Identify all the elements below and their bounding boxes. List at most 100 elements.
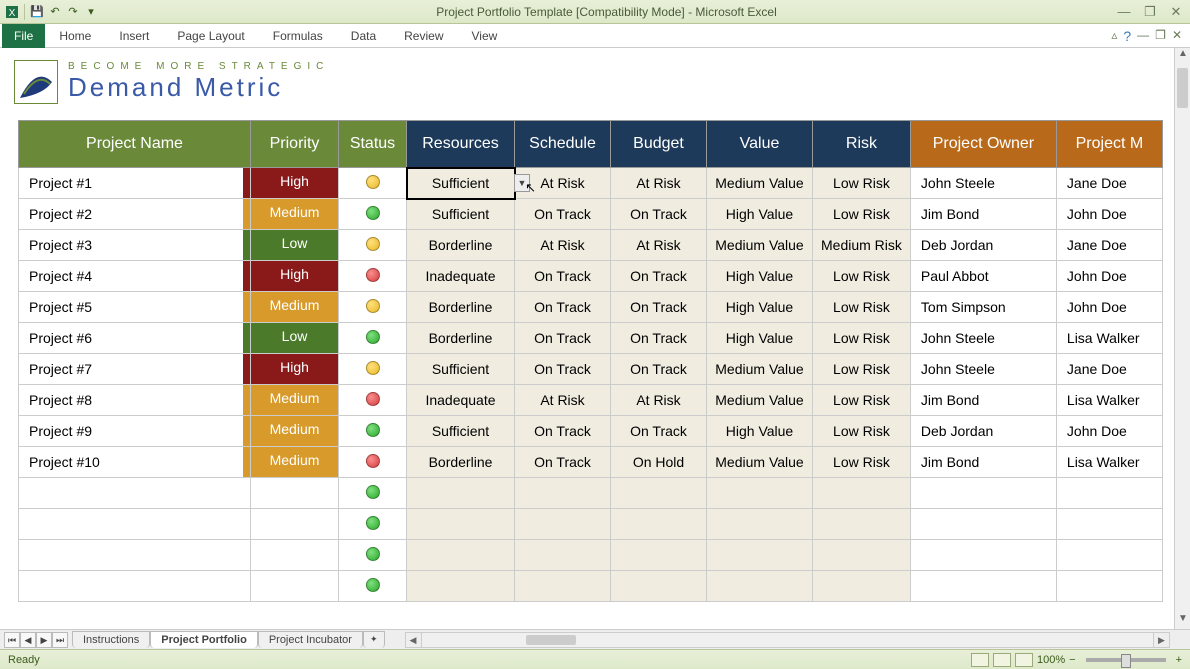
cell-project-owner[interactable]: Deb Jordan xyxy=(910,416,1056,447)
scroll-left-icon[interactable]: ◀ xyxy=(406,633,422,647)
cell-project-owner[interactable] xyxy=(910,509,1056,540)
tab-page-layout[interactable]: Page Layout xyxy=(163,25,258,47)
cell-resources[interactable]: Borderline xyxy=(407,323,515,354)
cell-schedule[interactable] xyxy=(515,509,611,540)
cell-priority[interactable]: Low xyxy=(251,323,339,354)
tab-formulas[interactable]: Formulas xyxy=(259,25,337,47)
cell-project-owner[interactable]: John Steele xyxy=(910,323,1056,354)
horizontal-scrollbar[interactable]: ◀ ▶ xyxy=(405,632,1170,648)
cell-project-name[interactable]: Project #3 xyxy=(19,230,251,261)
cell-project-manager[interactable]: John Doe xyxy=(1056,416,1162,447)
cell-project-name[interactable]: Project #10 xyxy=(19,447,251,478)
cell-project-name[interactable]: Project #1 xyxy=(19,168,251,199)
cell-schedule[interactable]: On Track xyxy=(515,447,611,478)
cell-resources[interactable]: Sufficient▼↖ xyxy=(407,168,515,199)
cell-budget[interactable]: At Risk xyxy=(611,230,707,261)
zoom-slider[interactable] xyxy=(1086,658,1166,662)
cell-value[interactable]: Medium Value xyxy=(707,447,813,478)
cell-status[interactable] xyxy=(339,354,407,385)
header-status[interactable]: Status xyxy=(339,121,407,168)
cell-value[interactable]: Medium Value xyxy=(707,230,813,261)
doc-minimize-icon[interactable]: — xyxy=(1137,28,1149,44)
cell-value[interactable]: Medium Value xyxy=(707,354,813,385)
cell-status[interactable] xyxy=(339,447,407,478)
cell-project-name[interactable] xyxy=(19,571,251,602)
cell-status[interactable] xyxy=(339,261,407,292)
cell-priority[interactable] xyxy=(251,509,339,540)
cell-status[interactable] xyxy=(339,478,407,509)
cell-budget[interactable]: On Track xyxy=(611,323,707,354)
doc-restore-icon[interactable]: ❐ xyxy=(1155,28,1166,44)
sheet-tab[interactable]: Project Portfolio xyxy=(150,631,258,648)
cell-schedule[interactable]: On Track xyxy=(515,292,611,323)
tab-home[interactable]: Home xyxy=(45,25,105,47)
cell-project-owner[interactable]: Paul Abbot xyxy=(910,261,1056,292)
cell-project-manager[interactable]: John Doe xyxy=(1056,292,1162,323)
header-risk[interactable]: Risk xyxy=(813,121,911,168)
help-icon[interactable]: ? xyxy=(1123,28,1131,44)
cell-project-name[interactable]: Project #6 xyxy=(19,323,251,354)
restore-button[interactable]: ❐ xyxy=(1140,4,1160,20)
cell-resources[interactable]: Borderline xyxy=(407,230,515,261)
scroll-down-icon[interactable]: ▼ xyxy=(1175,613,1190,629)
header-project-owner[interactable]: Project Owner xyxy=(910,121,1056,168)
cell-status[interactable] xyxy=(339,540,407,571)
tab-insert[interactable]: Insert xyxy=(105,25,163,47)
cell-budget[interactable]: At Risk xyxy=(611,385,707,416)
cell-resources[interactable]: Inadequate xyxy=(407,261,515,292)
cell-priority[interactable]: High xyxy=(251,354,339,385)
cell-value[interactable]: High Value xyxy=(707,416,813,447)
cell-value[interactable]: High Value xyxy=(707,199,813,230)
cell-risk[interactable] xyxy=(813,478,911,509)
cell-risk[interactable]: Medium Risk xyxy=(813,230,911,261)
cell-schedule[interactable]: At Risk xyxy=(515,385,611,416)
normal-view-button[interactable] xyxy=(971,653,989,667)
cell-status[interactable] xyxy=(339,199,407,230)
cell-value[interactable] xyxy=(707,540,813,571)
save-icon[interactable]: 💾 xyxy=(29,4,45,20)
cell-project-manager[interactable]: Jane Doe xyxy=(1056,230,1162,261)
cell-budget[interactable]: On Track xyxy=(611,354,707,385)
cell-budget[interactable]: On Track xyxy=(611,416,707,447)
cell-resources[interactable]: Borderline xyxy=(407,292,515,323)
cell-resources[interactable] xyxy=(407,478,515,509)
cell-project-owner[interactable]: Deb Jordan xyxy=(910,230,1056,261)
page-break-view-button[interactable] xyxy=(1015,653,1033,667)
file-tab[interactable]: File xyxy=(2,24,45,48)
cell-project-manager[interactable]: John Doe xyxy=(1056,261,1162,292)
cell-priority[interactable] xyxy=(251,571,339,602)
cell-schedule[interactable]: On Track xyxy=(515,354,611,385)
zoom-in-button[interactable]: + xyxy=(1176,654,1182,666)
cell-project-owner[interactable] xyxy=(910,571,1056,602)
cell-resources[interactable]: Sufficient xyxy=(407,354,515,385)
redo-icon[interactable]: ↷ xyxy=(65,4,81,20)
cell-priority[interactable]: Medium xyxy=(251,292,339,323)
cell-schedule[interactable] xyxy=(515,540,611,571)
cell-status[interactable] xyxy=(339,509,407,540)
vertical-scrollbar[interactable]: ▲ ▼ xyxy=(1174,48,1190,629)
header-budget[interactable]: Budget xyxy=(611,121,707,168)
cell-project-manager[interactable]: John Doe xyxy=(1056,199,1162,230)
header-value[interactable]: Value xyxy=(707,121,813,168)
cell-project-name[interactable] xyxy=(19,509,251,540)
cell-project-owner[interactable] xyxy=(910,478,1056,509)
cell-schedule[interactable]: At Risk xyxy=(515,230,611,261)
cell-priority[interactable]: Medium xyxy=(251,199,339,230)
cell-project-name[interactable] xyxy=(19,478,251,509)
cell-status[interactable] xyxy=(339,385,407,416)
header-resources[interactable]: Resources xyxy=(407,121,515,168)
qat-more-icon[interactable]: ▾ xyxy=(83,4,99,20)
scroll-right-icon[interactable]: ▶ xyxy=(1153,633,1169,647)
tab-data[interactable]: Data xyxy=(337,25,390,47)
cell-budget[interactable] xyxy=(611,509,707,540)
cell-status[interactable] xyxy=(339,168,407,199)
ribbon-minimize-icon[interactable]: ▵ xyxy=(1111,28,1117,44)
cell-schedule[interactable]: On Track xyxy=(515,261,611,292)
cell-project-owner[interactable]: Jim Bond xyxy=(910,199,1056,230)
cell-project-manager[interactable]: Jane Doe xyxy=(1056,354,1162,385)
cell-budget[interactable]: At Risk xyxy=(611,168,707,199)
cell-value[interactable]: Medium Value xyxy=(707,168,813,199)
cell-value[interactable]: Medium Value xyxy=(707,385,813,416)
zoom-level[interactable]: 100% xyxy=(1037,654,1065,666)
cell-budget[interactable] xyxy=(611,478,707,509)
